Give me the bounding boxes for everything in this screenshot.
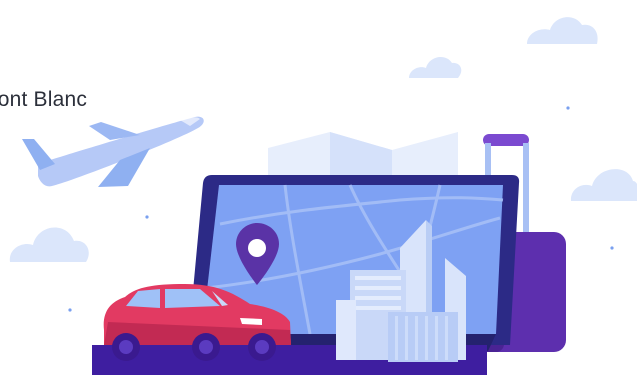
cloud-icon <box>9 227 89 262</box>
cloud-icon <box>527 17 598 44</box>
travel-illustration <box>9 17 637 375</box>
cloud-icon <box>570 169 637 201</box>
cloud-icon <box>409 56 462 78</box>
airplane-icon <box>22 116 204 187</box>
